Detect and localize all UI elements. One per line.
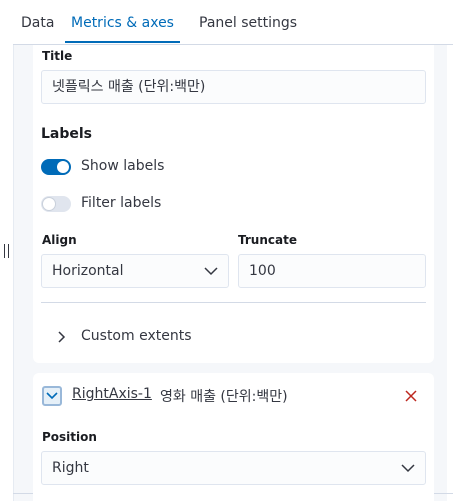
tab-panel-settings[interactable]: Panel settings xyxy=(199,0,297,43)
title-label: Title xyxy=(42,49,73,63)
filter-labels-switch[interactable] xyxy=(41,196,71,212)
custom-extents-toggle[interactable]: Custom extents xyxy=(55,326,255,348)
switch-knob xyxy=(57,161,69,173)
labels-heading: Labels xyxy=(41,126,93,142)
tab-metrics-axes[interactable]: Metrics & axes xyxy=(65,0,180,43)
remove-axis-icon[interactable] xyxy=(404,389,418,403)
show-labels-label: Show labels xyxy=(81,158,165,174)
tab-data[interactable]: Data xyxy=(21,0,54,43)
axis-collapse-button[interactable] xyxy=(42,386,62,406)
align-value: Horizontal xyxy=(52,263,124,279)
resize-handle[interactable] xyxy=(4,244,11,258)
position-select[interactable]: Right xyxy=(41,451,426,485)
chevron-down-icon xyxy=(46,392,58,400)
align-label: Align xyxy=(42,233,77,247)
truncate-input[interactable]: 100 xyxy=(238,254,426,288)
axis-title-text: 영화 매출 (단위:백만) xyxy=(160,389,288,405)
tab-bar: Data Metrics & axes Panel settings xyxy=(13,0,453,45)
chevron-right-icon xyxy=(58,331,66,343)
align-select[interactable]: Horizontal xyxy=(41,254,229,288)
chevron-down-icon xyxy=(204,267,218,276)
position-value: Right xyxy=(52,460,89,476)
show-labels-switch[interactable] xyxy=(41,159,71,175)
custom-extents-label: Custom extents xyxy=(81,328,192,344)
truncate-label: Truncate xyxy=(238,233,297,247)
position-label: Position xyxy=(42,430,97,444)
axis-name-link[interactable]: RightAxis-1 xyxy=(72,386,152,402)
filter-labels-label: Filter labels xyxy=(81,195,162,211)
switch-knob xyxy=(43,198,55,210)
title-input[interactable]: 넷플릭스 매출 (단위:백만) xyxy=(41,70,426,104)
chevron-down-icon xyxy=(401,464,415,473)
section-divider xyxy=(41,302,426,303)
